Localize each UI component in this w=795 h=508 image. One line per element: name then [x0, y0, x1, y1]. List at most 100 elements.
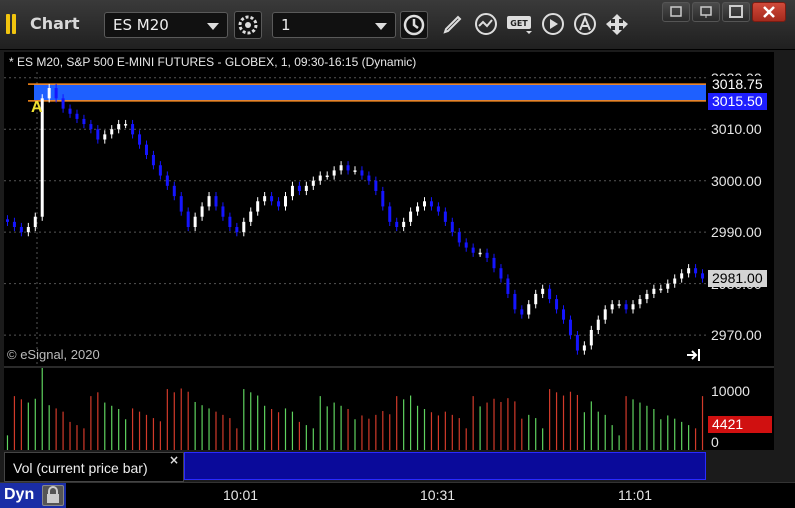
candle-body [61, 98, 65, 109]
candle-body [277, 201, 281, 207]
candle-body [617, 304, 621, 306]
symbol-selector[interactable]: ES M20 [104, 12, 228, 38]
candle-body [103, 134, 107, 140]
price-axis-label: 3010.00 [711, 121, 762, 138]
price-band [34, 84, 706, 101]
volume-axis[interactable]: 10000 0 4421 [706, 368, 774, 450]
interval-selector[interactable]: 1 [272, 12, 396, 38]
candle-body [54, 88, 58, 99]
candle-body [513, 293, 517, 310]
candle-body [19, 227, 23, 233]
time-axis[interactable]: Dyn 10:01 10:31 11:01 [0, 482, 795, 508]
volume-study-label[interactable]: Vol (current price bar) × [4, 452, 184, 482]
chart-caption: * ES M20, S&P 500 E-MINI FUTURES - GLOBE… [9, 55, 417, 69]
candle-body [506, 278, 510, 294]
price-axis-label: 2990.00 [711, 224, 762, 241]
candle-body [290, 185, 294, 197]
candle-body [165, 175, 169, 186]
price-axis-label: 3000.00 [711, 172, 762, 189]
link-gear-icon[interactable] [234, 11, 262, 39]
candle-body [652, 288, 656, 294]
candle-body [562, 309, 566, 320]
candle-body [242, 221, 246, 233]
price-axis-label: 2970.00 [711, 327, 762, 344]
get-icon[interactable]: GET [506, 11, 534, 39]
title-bar: Chart ES M20 1 GET [0, 0, 795, 50]
close-study-icon[interactable]: × [169, 453, 179, 467]
volume-current-tag: 4421 [708, 416, 772, 434]
candle-body [353, 170, 357, 172]
indicator-icon[interactable] [473, 11, 501, 39]
pencil-icon[interactable] [440, 11, 468, 39]
alert-marker[interactable]: A [31, 99, 43, 117]
candle-body [687, 268, 691, 274]
candle-body [228, 216, 232, 228]
candle-body [124, 124, 128, 126]
candle-body [200, 206, 204, 217]
candle-body [638, 299, 642, 305]
candle-body [82, 118, 86, 125]
candle-body [388, 206, 392, 222]
candle-body [423, 201, 427, 207]
candle-body [436, 206, 440, 212]
scroll-to-end-icon[interactable] [686, 348, 702, 362]
time-axis-label: 10:01 [223, 487, 259, 503]
candle-body [381, 190, 385, 207]
alert-icon[interactable] [572, 11, 600, 39]
candle-body [701, 273, 705, 279]
move-icon[interactable] [604, 11, 632, 39]
candle-body [694, 268, 698, 274]
lock-icon[interactable] [42, 485, 64, 506]
volume-study-bar [184, 452, 706, 480]
candle-body [457, 232, 461, 243]
tile-icon[interactable] [692, 2, 720, 22]
candle-body [534, 293, 538, 305]
candle-body [26, 227, 30, 233]
candle-body [186, 211, 190, 228]
candle-body [555, 299, 559, 310]
maximize-icon[interactable] [722, 2, 750, 22]
candle-body [631, 304, 635, 310]
restore-icon[interactable] [662, 2, 690, 22]
candle-body [624, 304, 628, 310]
candle-body [464, 242, 468, 248]
candle-body [568, 319, 572, 336]
candle-body [360, 170, 364, 176]
candle-body [499, 268, 503, 279]
candle-body [249, 211, 253, 222]
candle-body [673, 278, 677, 284]
candle-body [47, 88, 51, 99]
candle-body [75, 113, 79, 119]
candle-body [367, 175, 371, 181]
candle-body [603, 309, 607, 320]
price-chart[interactable]: * ES M20, S&P 500 E-MINI FUTURES - GLOBE… [4, 52, 706, 366]
symbol-value: ES M20 [113, 16, 169, 34]
candle-body [179, 196, 183, 212]
chevron-down-icon[interactable] [375, 23, 387, 30]
candle-body [492, 257, 496, 269]
candle-body [346, 165, 350, 171]
candle-body [402, 221, 406, 228]
candle-body [332, 170, 336, 176]
play-icon[interactable] [540, 11, 568, 39]
close-icon[interactable] [752, 2, 786, 22]
candle-body [339, 165, 343, 171]
candle-body [471, 247, 475, 253]
candle-body [89, 124, 93, 130]
candle-body [221, 206, 225, 217]
candle-body [131, 124, 135, 135]
candle-body [207, 196, 211, 207]
price-chart-svg [4, 72, 706, 366]
candle-body [172, 185, 176, 197]
candle-body [680, 273, 684, 279]
chart-window-icon [6, 14, 20, 34]
volume-chart[interactable] [4, 368, 706, 450]
price-axis[interactable]: 3020.003010.003000.002990.002980.002970.… [706, 52, 774, 366]
clock-icon[interactable] [400, 11, 428, 39]
candle-body [416, 206, 420, 212]
candle-body [374, 180, 378, 191]
chevron-down-icon[interactable] [207, 23, 219, 30]
candle-body [318, 175, 322, 181]
candle-body [409, 211, 413, 222]
interval-mode-text: Dyn [4, 486, 35, 503]
